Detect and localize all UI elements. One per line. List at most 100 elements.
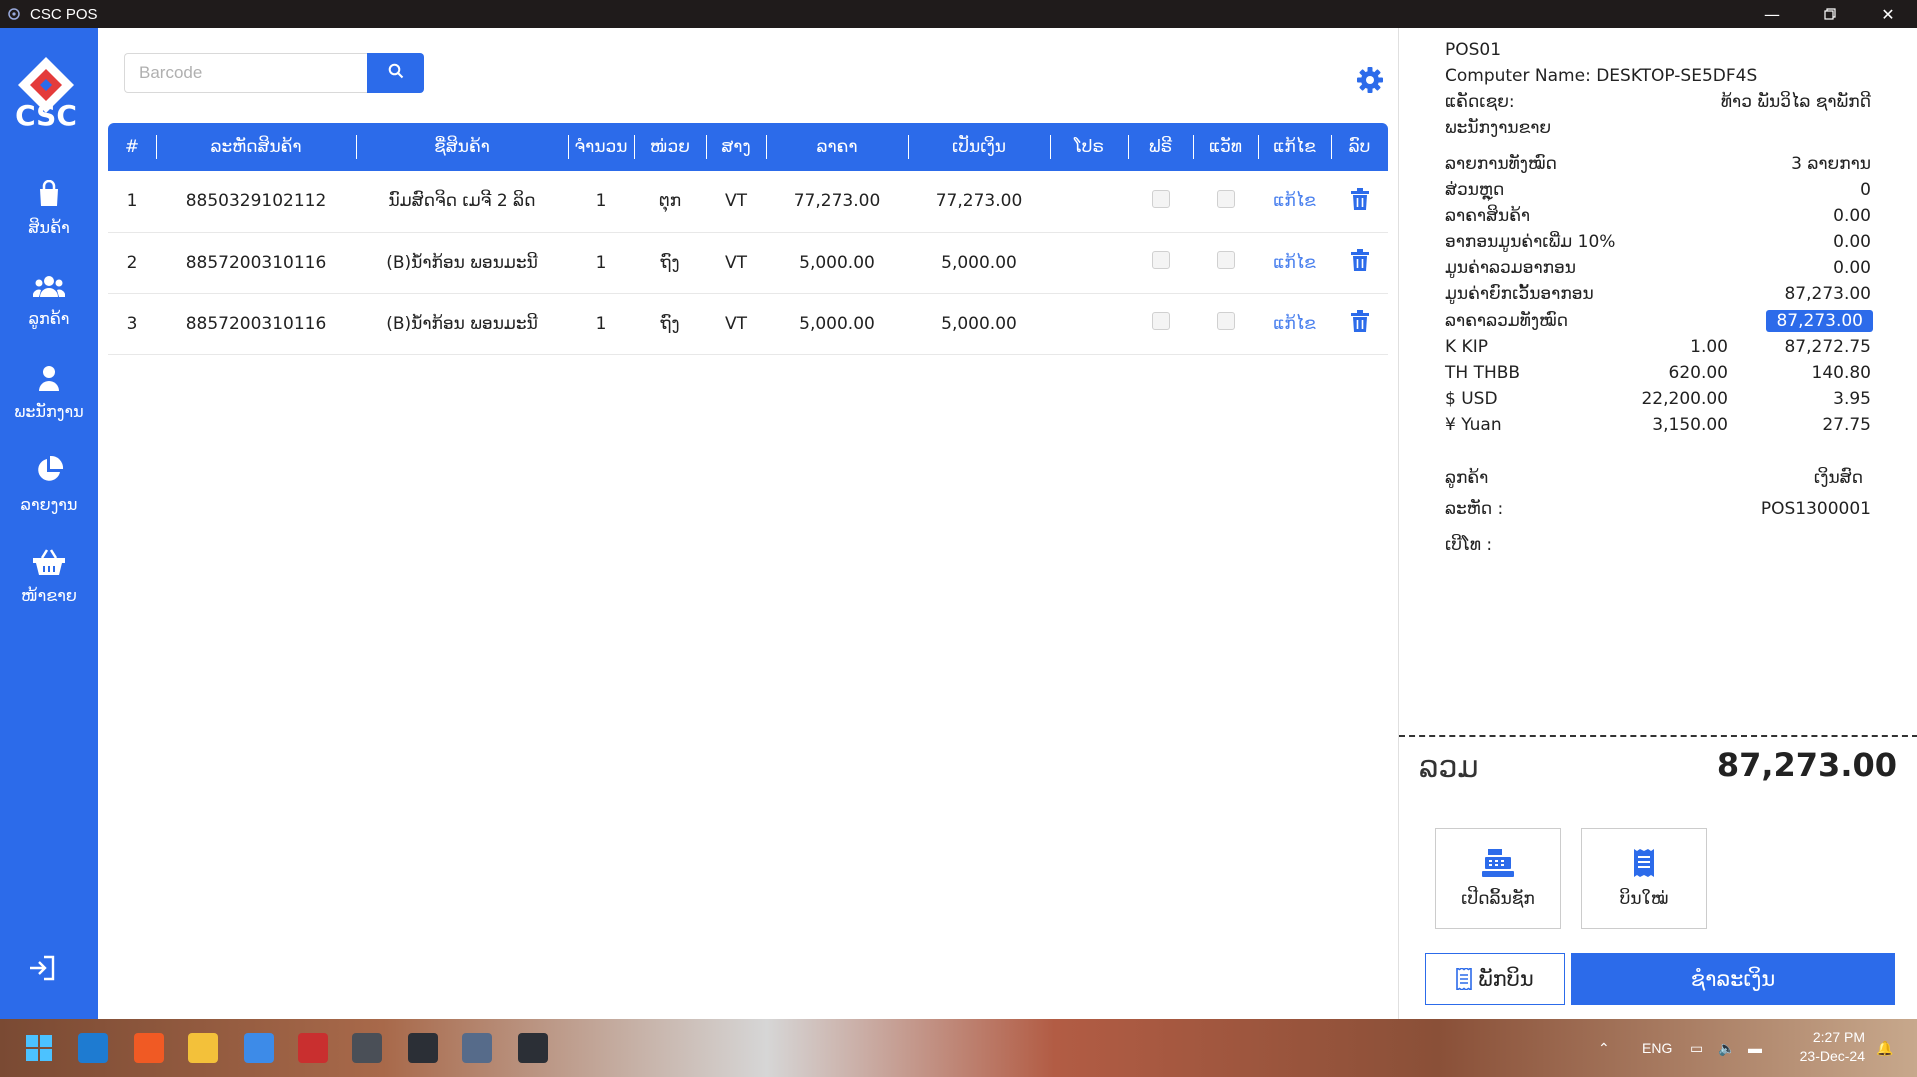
sidebar-item-reports[interactable]: ລາຍງານ — [0, 444, 98, 524]
sidebar-item-label: ໜ້າຂາຍ — [21, 585, 77, 605]
dashed-divider — [1399, 735, 1917, 737]
search-button[interactable] — [367, 53, 424, 93]
title-bar: CSC POS — ✕ — [0, 0, 1917, 28]
cell-name: (B)ນ້ຳກ້ອນ ພອນມະນີ — [386, 313, 538, 334]
cell-price: 77,273.00 — [793, 191, 881, 212]
volume-icon[interactable]: 🔈 — [1718, 1019, 1735, 1077]
language-indicator[interactable]: ENG — [1642, 1019, 1672, 1077]
sidebar-item-customers[interactable]: ລູກຄ້າ — [0, 260, 98, 340]
customer-code-value: POS1300001 — [1760, 499, 1871, 519]
col-header-vat: ແວັທ — [1193, 123, 1258, 171]
electron-icon[interactable] — [408, 1033, 438, 1063]
trash-icon[interactable] — [1350, 249, 1370, 271]
sidebar-item-label: ລູກຄ້າ — [28, 308, 70, 328]
edit-link[interactable]: ແກ້ໄຂ — [1273, 191, 1316, 211]
vat-checkbox[interactable] — [1216, 189, 1235, 208]
customer-code-label: ລະຫັດ : — [1445, 499, 1504, 519]
col-header-no: # — [124, 137, 140, 157]
total-value: 87,273.00 — [1716, 746, 1897, 784]
summary-value: 0 — [1860, 180, 1871, 200]
trash-icon[interactable] — [1350, 310, 1370, 332]
windows-start-icon[interactable] — [24, 1033, 54, 1063]
main-area: # ລະຫັດສິນຄ້າ ຊື່ສິນຄ້າ ຈຳນວນ ໜ່ວຍ ສາງ ລ… — [98, 28, 1398, 1019]
calculator-icon[interactable] — [352, 1033, 382, 1063]
cashier-label: ແຄັດເຊຍ: — [1445, 92, 1515, 112]
electron-active-icon[interactable] — [518, 1033, 548, 1063]
vat-checkbox[interactable] — [1216, 312, 1235, 330]
close-icon[interactable]: ✕ — [1859, 0, 1917, 28]
minimize-icon[interactable]: — — [1743, 0, 1801, 28]
network-icon[interactable]: ▭ — [1690, 1019, 1703, 1077]
items-table: # ລະຫັດສິນຄ້າ ຊື່ສິນຄ້າ ຈຳນວນ ໜ່ວຍ ສາງ ລ… — [108, 123, 1388, 355]
col-header-delete: ລົບ — [1331, 123, 1388, 171]
pay-button[interactable]: ຊຳລະເງິນ — [1571, 953, 1895, 1005]
free-checkbox[interactable] — [1151, 251, 1170, 269]
new-bill-button[interactable]: ບິນໃໝ່ — [1581, 828, 1707, 929]
summary-label: ອາກອນມູນຄ່າເພີ່ມ 10% — [1445, 232, 1616, 252]
cash-register-icon — [1482, 848, 1514, 881]
edit-link[interactable]: ແກ້ໄຂ — [1273, 253, 1316, 273]
folder-icon[interactable] — [188, 1033, 218, 1063]
gear-icon[interactable] — [1356, 66, 1384, 94]
col-header-name: ຊື່ສິນຄ້າ — [356, 123, 568, 171]
col-header-code: ລະຫັດສິນຄ້າ — [156, 123, 356, 171]
notepad-icon[interactable] — [244, 1033, 274, 1063]
free-checkbox[interactable] — [1151, 189, 1170, 208]
cashier-value: ທ້າວ ພັນວິໄລ ຊາພັກດີ — [1720, 92, 1871, 112]
battery-icon[interactable]: ▬ — [1748, 1019, 1762, 1077]
col-header-free: ຟຣີ — [1128, 123, 1193, 171]
cell-code: 8857200310116 — [185, 252, 327, 273]
tray-chevron-icon[interactable]: ⌃ — [1598, 1019, 1610, 1077]
summary-value: 0.00 — [1833, 258, 1871, 278]
computer-name: Computer Name: DESKTOP-SE5DF4S — [1445, 66, 1758, 86]
customer-value[interactable]: ເງິນສົດ — [1814, 468, 1863, 488]
cell-warehouse: VT — [724, 252, 747, 273]
edit-link[interactable]: ແກ້ໄຂ — [1273, 314, 1316, 334]
brave-icon[interactable] — [134, 1033, 164, 1063]
currency-name: K KIP — [1445, 337, 1488, 357]
free-checkbox[interactable] — [1151, 312, 1170, 330]
currency-rate: 3,150.00 — [1652, 415, 1728, 435]
receipt-icon — [1633, 848, 1655, 881]
notification-bell-icon[interactable]: 🔔 — [1876, 1019, 1893, 1077]
vat-checkbox[interactable] — [1216, 251, 1235, 269]
hold-bill-button[interactable]: ພັກບິນ — [1425, 953, 1565, 1005]
clock-time: 2:27 PM — [1812, 1029, 1865, 1045]
cell-price: 5,000.00 — [799, 313, 875, 334]
total-label: ລວມ — [1419, 750, 1479, 785]
cell-price: 5,000.00 — [799, 252, 875, 273]
sidebar-item-label: ພະນັກງານ — [14, 401, 84, 421]
currency-amount: 140.80 — [1811, 363, 1871, 383]
col-header-amount: ເປັນເງິນ — [908, 123, 1050, 171]
new-bill-label: ບິນໃໝ່ — [1619, 888, 1669, 909]
taskbar-clock[interactable]: 2:27 PM 23-Dec-24 — [1800, 1028, 1865, 1066]
window-title: CSC POS — [30, 5, 98, 23]
summary-panel: POS01 Computer Name: DESKTOP-SE5DF4S ແຄັ… — [1398, 28, 1917, 1019]
trash-icon[interactable] — [1350, 187, 1370, 210]
sidebar-item-label: ສິນຄ້າ — [28, 217, 70, 237]
restore-icon[interactable] — [1801, 0, 1859, 28]
windows-taskbar: ⌃ ENG ▭ 🔈 ▬ 2:27 PM 23-Dec-24 🔔 — [0, 1019, 1917, 1077]
basket-icon — [32, 548, 66, 580]
currency-name: TH THBB — [1445, 363, 1521, 383]
user-icon — [37, 364, 61, 396]
table-row: 2 8857200310116 (B)ນ້ຳກ້ອນ ພອນມະນີ 1 ຖົງ… — [108, 232, 1388, 293]
logout-icon[interactable] — [28, 955, 58, 985]
grand-total-badge: 87,273.00 — [1766, 310, 1873, 332]
cell-no: 1 — [126, 191, 138, 212]
open-drawer-button[interactable]: ເປີດລິ້ນຊັກ — [1435, 828, 1561, 929]
sidebar-item-staff[interactable]: ພະນັກງານ — [0, 352, 98, 432]
summary-label: ລາຍການທັງໝົດ — [1445, 154, 1557, 174]
vscode-icon[interactable] — [78, 1033, 108, 1063]
col-header-promo: ໂປຣ — [1050, 123, 1128, 171]
cell-warehouse: VT — [724, 191, 747, 212]
logo-text: CSC — [15, 99, 77, 131]
chrome-icon[interactable] — [462, 1033, 492, 1063]
cell-promo — [1050, 171, 1128, 232]
sidebar-item-products[interactable]: ສິນຄ້າ — [0, 168, 98, 248]
currency-rate: 22,200.00 — [1641, 389, 1728, 409]
barcode-input[interactable] — [124, 53, 370, 93]
app-icon[interactable] — [298, 1033, 328, 1063]
cell-no: 3 — [126, 313, 138, 334]
sidebar-item-sales[interactable]: ໜ້າຂາຍ — [0, 536, 98, 616]
